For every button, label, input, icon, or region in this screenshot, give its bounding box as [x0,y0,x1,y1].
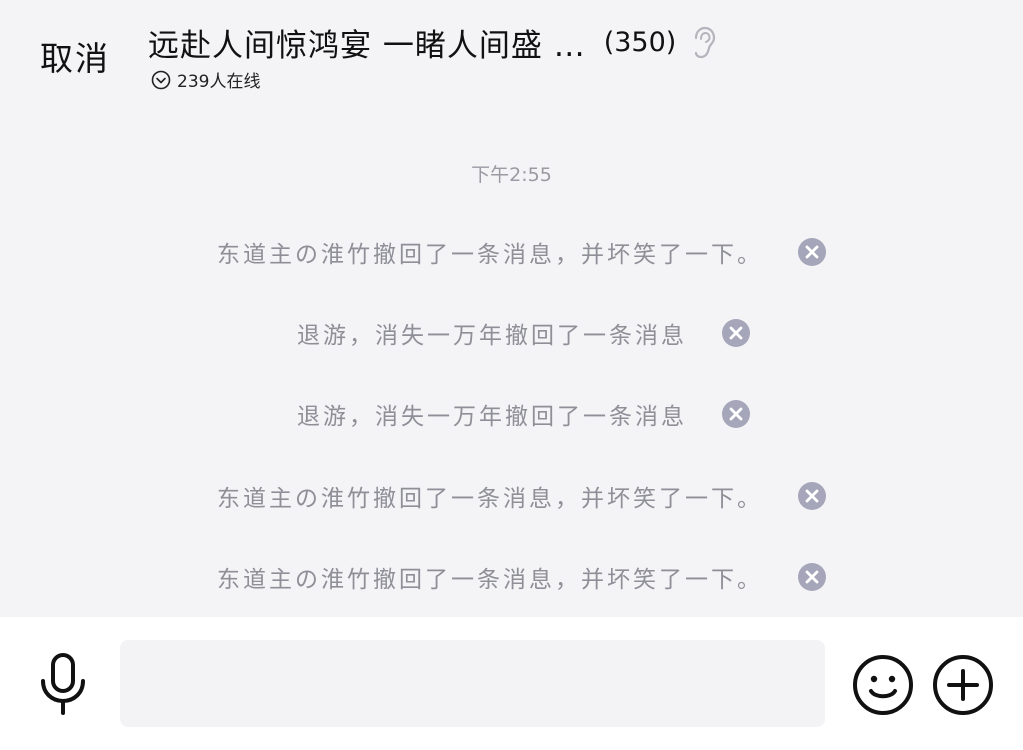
close-circle-icon[interactable] [721,399,751,429]
recall-notice-text: 东道主の淮竹撤回了一条消息，并坏笑了一下。 [217,486,763,512]
microphone-icon[interactable] [38,653,88,715]
group-title[interactable]: 远赴人间惊鸿宴 一睹人间盛 … [148,20,586,65]
message-timestamp: 下午2:55 [471,164,552,186]
close-circle-icon[interactable] [797,481,827,511]
recall-notice: 东道主の淮竹撤回了一条消息，并坏笑了一下。 [217,235,827,269]
close-circle-icon[interactable] [721,318,751,348]
member-count: (350) [603,27,677,58]
title-row: 远赴人间惊鸿宴 一睹人间盛 … (350) [148,20,718,65]
recall-notice: 退游，消失一万年撤回了一条消息 [297,397,751,431]
cancel-button[interactable]: 取消 [40,32,110,80]
close-circle-icon[interactable] [797,237,827,267]
message-input[interactable] [120,640,825,727]
smiley-icon[interactable] [852,654,914,716]
ear-icon[interactable] [688,26,718,60]
plus-circle-icon[interactable] [932,654,994,716]
recall-notice-text: 东道主の淮竹撤回了一条消息，并坏笑了一下。 [217,567,763,593]
close-circle-icon[interactable] [797,562,827,592]
online-status[interactable]: 239人在线 [151,67,260,92]
chat-header: 取消 远赴人间惊鸿宴 一睹人间盛 … (350) 239人在线 [0,0,1023,110]
online-count-text: 239人在线 [177,72,261,92]
recall-notice-text: 退游，消失一万年撤回了一条消息 [297,404,687,430]
recall-notice-text: 退游，消失一万年撤回了一条消息 [297,323,687,349]
recall-notice: 东道主の淮竹撤回了一条消息，并坏笑了一下。 [217,560,827,594]
recall-notice-text: 东道主の淮竹撤回了一条消息，并坏笑了一下。 [217,242,763,268]
recall-notice: 退游，消失一万年撤回了一条消息 [297,316,751,350]
chevron-circle-icon [151,70,171,90]
recall-notice: 东道主の淮竹撤回了一条消息，并坏笑了一下。 [217,479,827,513]
